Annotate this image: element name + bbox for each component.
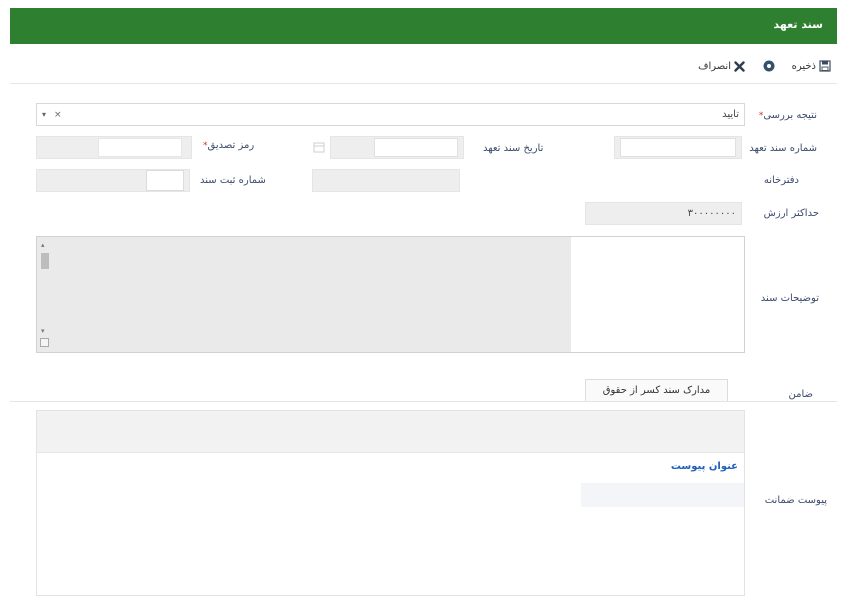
window-title: سند تعهد [773, 18, 823, 31]
attachment-drop-area[interactable] [581, 483, 744, 507]
save-button-label: ذخیره [791, 60, 816, 72]
textarea-scrollbar[interactable]: ▴ ▾ [39, 241, 51, 349]
commitment-number-input[interactable] [614, 136, 742, 159]
clear-selection-icon[interactable]: × [54, 110, 62, 120]
description-label: توضیحات سند [760, 293, 819, 304]
review-result-label: *نتیجه بررسی [758, 110, 817, 121]
description-textarea[interactable]: ▴ ▾ [36, 236, 745, 353]
guarantee-attachment-label: پیوست ضمانت [764, 495, 827, 506]
toolbar: ذخیره انصراف [10, 44, 837, 84]
cancel-button-label: انصراف [698, 60, 731, 72]
cancel-button[interactable]: انصراف [698, 58, 745, 74]
max-value-input[interactable]: ۳۰۰۰۰۰۰۰۰ [585, 202, 742, 225]
confirm-code-input[interactable] [36, 136, 192, 159]
attachment-title-link[interactable]: عنوان پیوست [671, 461, 738, 472]
attachments-panel-header [37, 411, 744, 453]
description-textarea-disabled-area [37, 237, 571, 352]
scroll-up-icon[interactable]: ▴ [41, 241, 45, 249]
attachments-panel: عنوان پیوست [36, 410, 745, 596]
scroll-down-icon[interactable]: ▾ [41, 327, 45, 335]
review-result-select[interactable]: تایید × ▾ [36, 103, 745, 126]
gear-icon [763, 60, 775, 72]
floppy-disk-icon [819, 60, 831, 72]
confirm-code-label: *رمز تصدیق [203, 140, 255, 151]
save-button[interactable]: ذخیره [792, 58, 831, 74]
max-value-value: ۳۰۰۰۰۰۰۰۰ [687, 208, 736, 219]
commitment-number-label: شماره سند تعهد [749, 143, 817, 154]
notary-office-label: دفترخانه [763, 175, 799, 186]
resize-handle-icon[interactable] [40, 338, 49, 347]
registration-number-label: شماره ثبت سند [200, 175, 266, 186]
registration-number-input[interactable] [36, 169, 190, 192]
notary-office-input[interactable] [312, 169, 460, 192]
tab-salary-deduction-documents[interactable]: مدارک سند کسر از حقوق [585, 379, 728, 401]
chevron-down-icon[interactable]: ▾ [42, 110, 46, 119]
review-result-value: تایید [722, 109, 739, 120]
close-icon [734, 60, 745, 72]
window-title-bar: سند تعهد [10, 8, 837, 44]
commitment-date-label: تاریخ سند تعهد [483, 143, 544, 154]
commitment-date-input[interactable] [330, 136, 464, 159]
calendar-icon[interactable] [313, 141, 325, 153]
scrollbar-thumb[interactable] [41, 253, 49, 269]
settings-button[interactable] [763, 58, 775, 74]
divider [10, 401, 837, 402]
guarantor-label: ضامن [788, 389, 813, 400]
max-value-label: حداکثر ارزش [763, 208, 819, 219]
